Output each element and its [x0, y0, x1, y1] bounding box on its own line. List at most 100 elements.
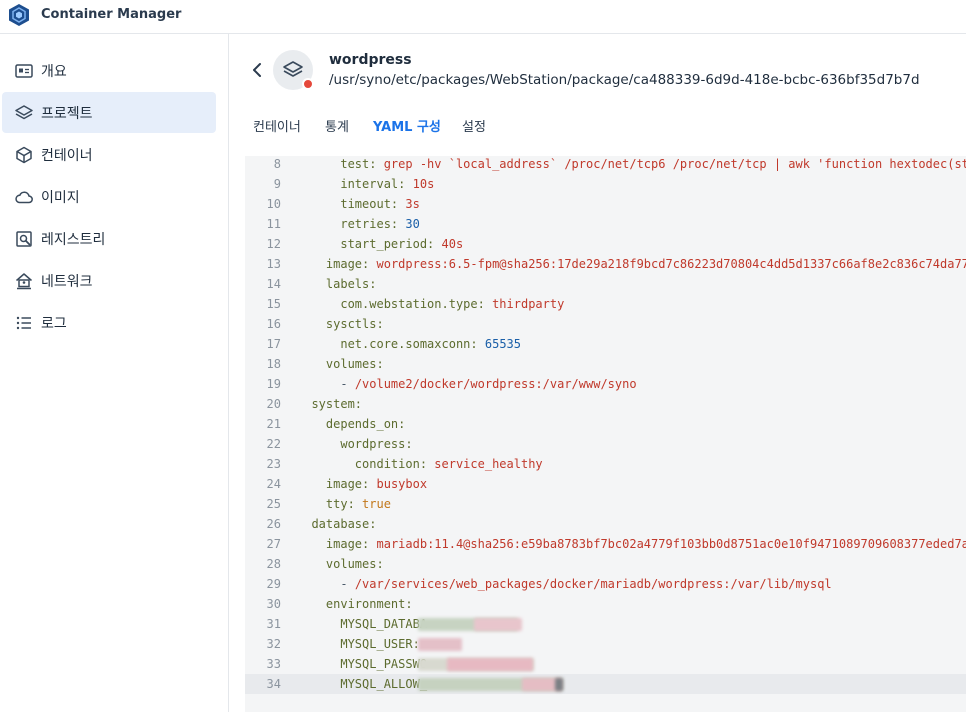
code-text: condition: service_healthy — [297, 454, 543, 474]
code-line[interactable]: 30 environment: — [245, 594, 966, 614]
line-number: 10 — [266, 197, 281, 211]
list-icon — [16, 316, 31, 330]
sidebar-item-label: 레지스트리 — [41, 232, 106, 248]
line-number: 27 — [266, 537, 281, 551]
yaml-key: - — [340, 377, 355, 391]
code-text: test: grep -hv `local_address` /proc/net… — [297, 156, 966, 174]
code-text: sysctls: — [297, 314, 384, 334]
sidebar-item-label: 로그 — [41, 316, 67, 332]
code-line[interactable]: 22 wordpress: — [245, 434, 966, 454]
code-line[interactable]: 19 - /volume2/docker/wordpress:/var/www/… — [245, 374, 966, 394]
line-number: 16 — [266, 317, 281, 331]
sidebar-item-registry[interactable]: 레지스트리 — [2, 218, 216, 259]
code-line[interactable]: 14 labels: — [245, 274, 966, 294]
code-line[interactable]: 24 image: busybox — [245, 474, 966, 494]
sidebar-item-network[interactable]: 네트워크 — [2, 260, 216, 301]
line-number: 14 — [266, 277, 281, 291]
line-number: 12 — [266, 237, 281, 251]
line-number: 25 — [266, 497, 281, 511]
line-number: 13 — [266, 257, 281, 271]
tab-yaml-config[interactable]: YAML 구성 — [373, 116, 441, 135]
sidebar-item-image[interactable]: 이미지 — [2, 176, 216, 217]
code-text: volumes: — [297, 354, 384, 374]
line-number: 34 — [266, 677, 281, 691]
code-line[interactable]: 32 MYSQL_USER: — [245, 634, 966, 654]
code-line[interactable]: 13 image: wordpress:6.5-fpm@sha256:17de2… — [245, 254, 966, 274]
cloud-icon — [15, 191, 33, 204]
yaml-key: image: — [325, 537, 370, 551]
code-line[interactable]: 11 retries: 30 — [245, 214, 966, 234]
line-number: 15 — [266, 297, 281, 311]
code-text: net.core.somaxconn: 65535 — [297, 334, 521, 354]
yaml-key: timeout: — [340, 197, 399, 211]
line-number: 21 — [266, 417, 281, 431]
code-line[interactable]: 21 depends_on: — [245, 414, 966, 434]
code-text: - /var/services/web_packages/docker/mari… — [297, 574, 831, 594]
tab-settings[interactable]: 설정 — [462, 116, 486, 135]
back-chevron-icon[interactable] — [248, 60, 266, 80]
network-house-icon — [16, 273, 32, 290]
status-indicator-dot — [302, 78, 314, 90]
yaml-key: start_period: — [340, 237, 435, 251]
code-text: tty: true — [297, 494, 391, 514]
yaml-key: depends_on: — [325, 417, 406, 431]
code-line[interactable]: 31 MYSQL_DATABA — [245, 614, 966, 634]
code-text: retries: 30 — [297, 214, 420, 234]
code-line[interactable]: 28 volumes: — [245, 554, 966, 574]
tab-container[interactable]: 컨테이너 — [253, 116, 301, 135]
sidebar-item-log[interactable]: 로그 — [2, 302, 216, 343]
sidebar-item-container[interactable]: 컨테이너 — [2, 134, 216, 175]
code-line[interactable]: 15 com.webstation.type: thirdparty — [245, 294, 966, 314]
code-line[interactable]: 25 tty: true — [245, 494, 966, 514]
code-line[interactable]: 18 volumes: — [245, 354, 966, 374]
code-line[interactable]: 8 test: grep -hv `local_address` /proc/n… — [245, 156, 966, 174]
code-line[interactable]: 17 net.core.somaxconn: 65535 — [245, 334, 966, 354]
yaml-code-editor[interactable]: 8 test: grep -hv `local_address` /proc/n… — [245, 156, 966, 712]
code-text: timeout: 3s — [297, 194, 420, 214]
code-text: MYSQL_DATABA — [297, 614, 427, 634]
yaml-value: grep -hv `local_address` /proc/net/tcp6 … — [376, 157, 966, 171]
sidebar-item-project[interactable]: 프로젝트 — [2, 92, 216, 133]
yaml-key: interval: — [340, 177, 406, 191]
redacted-value — [555, 678, 563, 691]
code-line[interactable]: 10 timeout: 3s — [245, 194, 966, 214]
line-number: 31 — [266, 617, 281, 631]
code-line[interactable]: 12 start_period: 40s — [245, 234, 966, 254]
yaml-key: system: — [311, 397, 363, 411]
yaml-value: 30 — [398, 217, 420, 231]
code-line[interactable]: 16 sysctls: — [245, 314, 966, 334]
code-text: MYSQL_PASSWO — [297, 654, 427, 674]
tab-statistics[interactable]: 통계 — [325, 116, 349, 135]
line-number: 19 — [266, 377, 281, 391]
yaml-value: /volume2/docker/wordpress:/var/www/syno — [354, 377, 637, 391]
code-text: com.webstation.type: thirdparty — [297, 294, 564, 314]
yaml-key: retries: — [340, 217, 399, 231]
code-text: volumes: — [297, 554, 384, 574]
yaml-key: com.webstation.type: — [340, 297, 485, 311]
sidebar-item-overview[interactable]: 개요 — [2, 50, 216, 91]
layers-icon — [283, 61, 303, 77]
yaml-key: MYSQL_ALLOW_ — [340, 677, 428, 691]
code-line[interactable]: 20 system: — [245, 394, 966, 414]
redacted-value — [418, 638, 462, 651]
code-line[interactable]: 34 MYSQL_ALLOW_ — [245, 674, 966, 694]
code-line[interactable]: 9 interval: 10s — [245, 174, 966, 194]
line-number: 28 — [266, 557, 281, 571]
yaml-value: wordpress:6.5-fpm@sha256:17de29a218f9bcd… — [369, 257, 966, 271]
line-number: 9 — [273, 177, 281, 191]
title-bar: Container Manager — [0, 0, 966, 34]
code-line[interactable]: 26 database: — [245, 514, 966, 534]
yaml-value: service_healthy — [427, 457, 543, 471]
yaml-key: sysctls: — [325, 317, 384, 331]
code-line[interactable]: 29 - /var/services/web_packages/docker/m… — [245, 574, 966, 594]
code-line[interactable]: 27 image: mariadb:11.4@sha256:e59ba8783b… — [245, 534, 966, 554]
code-line[interactable]: 33 MYSQL_PASSWO — [245, 654, 966, 674]
yaml-value: 3s — [398, 197, 420, 211]
code-line[interactable]: 23 condition: service_healthy — [245, 454, 966, 474]
yaml-key: tty: — [325, 497, 355, 511]
code-text: image: busybox — [297, 474, 427, 494]
code-text: interval: 10s — [297, 174, 434, 194]
redacted-value — [474, 618, 522, 631]
yaml-value: 65535 — [477, 337, 521, 351]
sidebar-item-label: 프로젝트 — [41, 106, 93, 122]
